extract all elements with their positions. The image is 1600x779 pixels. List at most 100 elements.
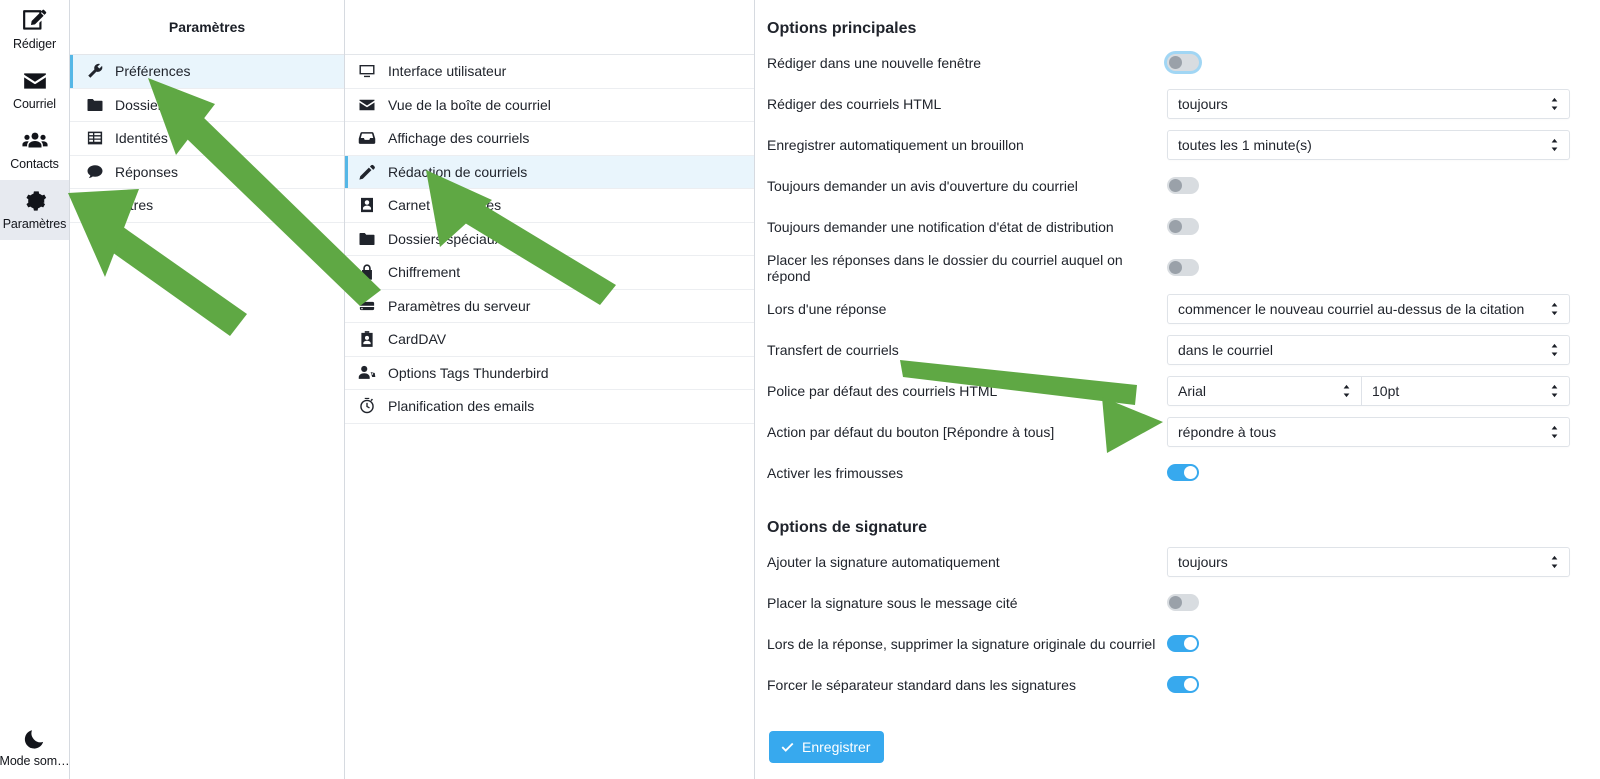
select-action-repondre-a-tous[interactable]: répondre à tous bbox=[1167, 416, 1570, 447]
mail-icon bbox=[22, 68, 48, 94]
folder-icon bbox=[358, 230, 376, 248]
toggle-avis-ouverture[interactable] bbox=[1167, 177, 1199, 194]
chevron-updown-icon bbox=[1550, 97, 1559, 111]
sidebar-item-label: Filtres bbox=[115, 197, 154, 214]
section-item-label: Options Tags Thunderbird bbox=[388, 364, 549, 381]
moon-icon bbox=[22, 725, 48, 751]
rail-item-dark-mode[interactable]: Mode som… bbox=[0, 717, 70, 779]
settings-column-header: Paramètres bbox=[70, 0, 344, 55]
section-item-carddav[interactable]: CardDAV bbox=[345, 323, 754, 357]
section-item-parametres-du-serveur[interactable]: Paramètres du serveur bbox=[345, 290, 754, 323]
select-rediger-courriels-html[interactable]: toujours bbox=[1167, 88, 1570, 119]
settings-window: Rédiger Courriel Contacts Paramètres Mod… bbox=[0, 0, 1600, 779]
rail-item-courriel[interactable]: Courriel bbox=[0, 60, 69, 120]
setting-control: commencer le nouveau courriel au-dessus … bbox=[1167, 293, 1570, 324]
setting-control bbox=[1167, 218, 1570, 235]
sidebar-item-preferences[interactable]: Préférences bbox=[70, 55, 344, 89]
rail-item-label: Mode som… bbox=[0, 754, 70, 768]
section-item-carnet-adresses[interactable]: Carnet d'adresses bbox=[345, 189, 754, 223]
section-heading-options-de-signature: Options de signature bbox=[767, 519, 928, 536]
setting-control: dans le courriel bbox=[1167, 334, 1570, 365]
select-value: toutes les 1 minute(s) bbox=[1178, 136, 1312, 153]
chevron-updown-icon bbox=[1550, 138, 1559, 152]
section-item-dossiers-speciaux[interactable]: Dossiers spéciaux bbox=[345, 223, 754, 256]
section-item-redaction-de-courriels[interactable]: Rédaction de courriels bbox=[345, 155, 754, 189]
section-item-label: Chiffrement bbox=[388, 264, 461, 281]
setting-label: Enregistrer automatiquement un brouillon bbox=[767, 136, 1024, 153]
monitor-icon bbox=[358, 62, 376, 80]
toggle-activer-frimousses[interactable] bbox=[1167, 464, 1199, 481]
rail-item-contacts[interactable]: Contacts bbox=[0, 120, 69, 180]
section-heading-options-principales: Options principales bbox=[767, 20, 917, 37]
save-button-area: Enregistrer bbox=[767, 705, 1570, 763]
save-button[interactable]: Enregistrer bbox=[769, 731, 885, 763]
select-font-family[interactable]: Arial bbox=[1167, 375, 1362, 406]
sidebar-item-identites[interactable]: Identités bbox=[70, 122, 344, 156]
section-item-label: Planification des emails bbox=[388, 398, 535, 415]
setting-label: Lors de la réponse, supprimer la signatu… bbox=[767, 635, 1156, 652]
setting-label: Transfert de courriels bbox=[767, 341, 899, 358]
section-item-planification-des-emails[interactable]: Planification des emails bbox=[345, 390, 754, 424]
setting-control bbox=[1167, 177, 1570, 194]
section-item-interface-utilisateur[interactable]: Interface utilisateur bbox=[345, 55, 754, 89]
setting-row-avis-ouverture: Toujours demander un avis d'ouverture du… bbox=[767, 165, 1570, 206]
save-button-label: Enregistrer bbox=[802, 739, 871, 755]
settings-detail-panel: Options principales Rédiger dans une nou… bbox=[755, 0, 1600, 779]
select-ajouter-signature[interactable]: toujours bbox=[1167, 546, 1570, 577]
toggle-rediger-nouvelle-fenetre[interactable] bbox=[1167, 54, 1199, 71]
settings-groups-column: Paramètres Préférences Dossiers Identité… bbox=[70, 0, 345, 779]
section-item-label: Paramètres du serveur bbox=[388, 297, 531, 314]
server-icon bbox=[358, 297, 376, 315]
section-item-label: Rédaction de courriels bbox=[388, 163, 528, 180]
chevron-updown-icon bbox=[1550, 302, 1559, 316]
setting-label: Ajouter la signature automatiquement bbox=[767, 553, 1000, 570]
pencil-icon bbox=[358, 163, 376, 181]
setting-row-lors-une-reponse: Lors d'une réponse commencer le nouveau … bbox=[767, 288, 1570, 329]
rail-item-label: Courriel bbox=[13, 97, 56, 111]
setting-row-rediger-nouvelle-fenetre: Rédiger dans une nouvelle fenêtre bbox=[767, 42, 1570, 83]
sidebar-item-label: Réponses bbox=[115, 163, 179, 180]
rail-item-parametres[interactable]: Paramètres bbox=[0, 180, 69, 240]
setting-control bbox=[1167, 676, 1570, 693]
setting-label: Action par défaut du bouton [Répondre à … bbox=[767, 423, 1055, 440]
toggle-forcer-separateur-standard[interactable] bbox=[1167, 676, 1199, 693]
sidebar-item-dossiers[interactable]: Dossiers bbox=[70, 89, 344, 122]
section-item-affichage-courriels[interactable]: Affichage des courriels bbox=[345, 122, 754, 156]
section-item-label: Vue de la boîte de courriel bbox=[388, 96, 551, 113]
toggle-signature-sous-message-cite[interactable] bbox=[1167, 594, 1199, 611]
setting-row-signature-sous-message-cite: Placer la signature sous le message cité bbox=[767, 582, 1570, 623]
sidebar-item-label: Identités bbox=[115, 130, 168, 147]
checkmark-icon bbox=[780, 740, 795, 755]
sidebar-item-reponses[interactable]: Réponses bbox=[70, 156, 344, 189]
section-item-options-tags-thunderbird[interactable]: Options Tags Thunderbird bbox=[345, 357, 754, 390]
sidebar-item-filtres[interactable]: Filtres bbox=[70, 189, 344, 223]
setting-row-notification-distribution: Toujours demander une notification d'éta… bbox=[767, 206, 1570, 247]
section-item-chiffrement[interactable]: Chiffrement bbox=[345, 256, 754, 290]
select-value: toujours bbox=[1178, 553, 1228, 570]
select-lors-une-reponse[interactable]: commencer le nouveau courriel au-dessus … bbox=[1167, 293, 1570, 324]
setting-row-supprimer-signature-originale: Lors de la réponse, supprimer la signatu… bbox=[767, 623, 1570, 664]
select-enregistrer-brouillon[interactable]: toutes les 1 minute(s) bbox=[1167, 129, 1570, 160]
setting-row-activer-frimousses: Activer les frimousses bbox=[767, 452, 1570, 493]
select-value: toujours bbox=[1178, 95, 1228, 112]
setting-row-transfert-de-courriels: Transfert de courriels dans le courriel bbox=[767, 329, 1570, 370]
rail-item-label: Paramètres bbox=[2, 217, 67, 231]
select-font-size[interactable]: 10pt bbox=[1362, 375, 1570, 406]
contacts-icon bbox=[21, 128, 48, 154]
setting-control: toutes les 1 minute(s) bbox=[1167, 129, 1570, 160]
toggle-placer-reponses-dossier[interactable] bbox=[1167, 259, 1199, 276]
select-value: 10pt bbox=[1372, 382, 1400, 399]
rail-item-label: Rédiger bbox=[12, 37, 57, 51]
select-value: Arial bbox=[1178, 382, 1207, 399]
toggle-notification-distribution[interactable] bbox=[1167, 218, 1199, 235]
toggle-supprimer-signature-originale[interactable] bbox=[1167, 635, 1199, 652]
identities-icon bbox=[86, 129, 104, 147]
setting-row-enregistrer-brouillon: Enregistrer automatiquement un brouillon… bbox=[767, 124, 1570, 165]
setting-label: Lors d'une réponse bbox=[767, 300, 887, 317]
setting-control: répondre à tous bbox=[1167, 416, 1570, 447]
section-item-vue-boite-courriel[interactable]: Vue de la boîte de courriel bbox=[345, 89, 754, 122]
rail-item-rediger[interactable]: Rédiger bbox=[0, 0, 69, 60]
setting-control bbox=[1167, 464, 1570, 481]
setting-row-placer-reponses-dossier: Placer les réponses dans le dossier du c… bbox=[767, 247, 1570, 288]
select-transfert-de-courriels[interactable]: dans le courriel bbox=[1167, 334, 1570, 365]
